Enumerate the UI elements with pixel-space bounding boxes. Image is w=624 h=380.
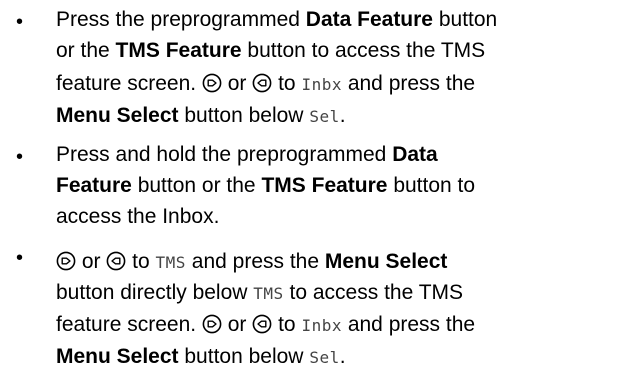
bold-term: Menu Select [324,250,448,273]
text-line: Press and hold the preprogrammed Data [56,143,438,166]
text-line: or to TMS and press the Menu Select [56,251,447,272]
bold-term: TMS Feature [115,39,242,62]
navigate-left-icon [106,251,126,271]
bullet: • [16,247,24,269]
bullet: • [16,146,24,168]
display-text: TMS [155,253,186,272]
navigate-right-icon [56,251,76,271]
bold-term: Menu Select [56,104,179,127]
text-line: Press the preprogrammed Data Feature but… [56,8,498,31]
text-line: or the TMS Feature button to access the … [56,39,486,62]
bullet: • [16,11,24,33]
text-line: access the Inbox. [56,205,220,228]
navigate-right-icon [202,73,222,93]
bold-term: Feature [56,174,132,197]
display-text: TMS [253,284,284,303]
bold-term: Menu Select [56,345,179,368]
navigate-left-icon [252,73,272,93]
text-line: Menu Select button below Sel. [56,345,346,368]
text-line: button directly below TMS to access the … [56,281,464,304]
display-text: Sel [309,348,340,367]
navigate-left-icon [252,314,272,334]
text-line: feature screen. or to Inbx and press the [56,313,476,336]
bold-term: Data Feature [305,8,433,31]
text-line: Feature button or the TMS Feature button… [56,174,476,197]
bold-term: TMS Feature [261,174,388,197]
display-text: Sel [309,107,340,126]
display-text: Inbx [301,75,342,94]
text-line: Menu Select button below Sel. [56,104,346,127]
navigate-right-icon [202,314,222,334]
text-line: feature screen. or to Inbx and press the [56,72,476,95]
bold-term: Data [392,143,438,166]
display-text: Inbx [301,316,342,335]
